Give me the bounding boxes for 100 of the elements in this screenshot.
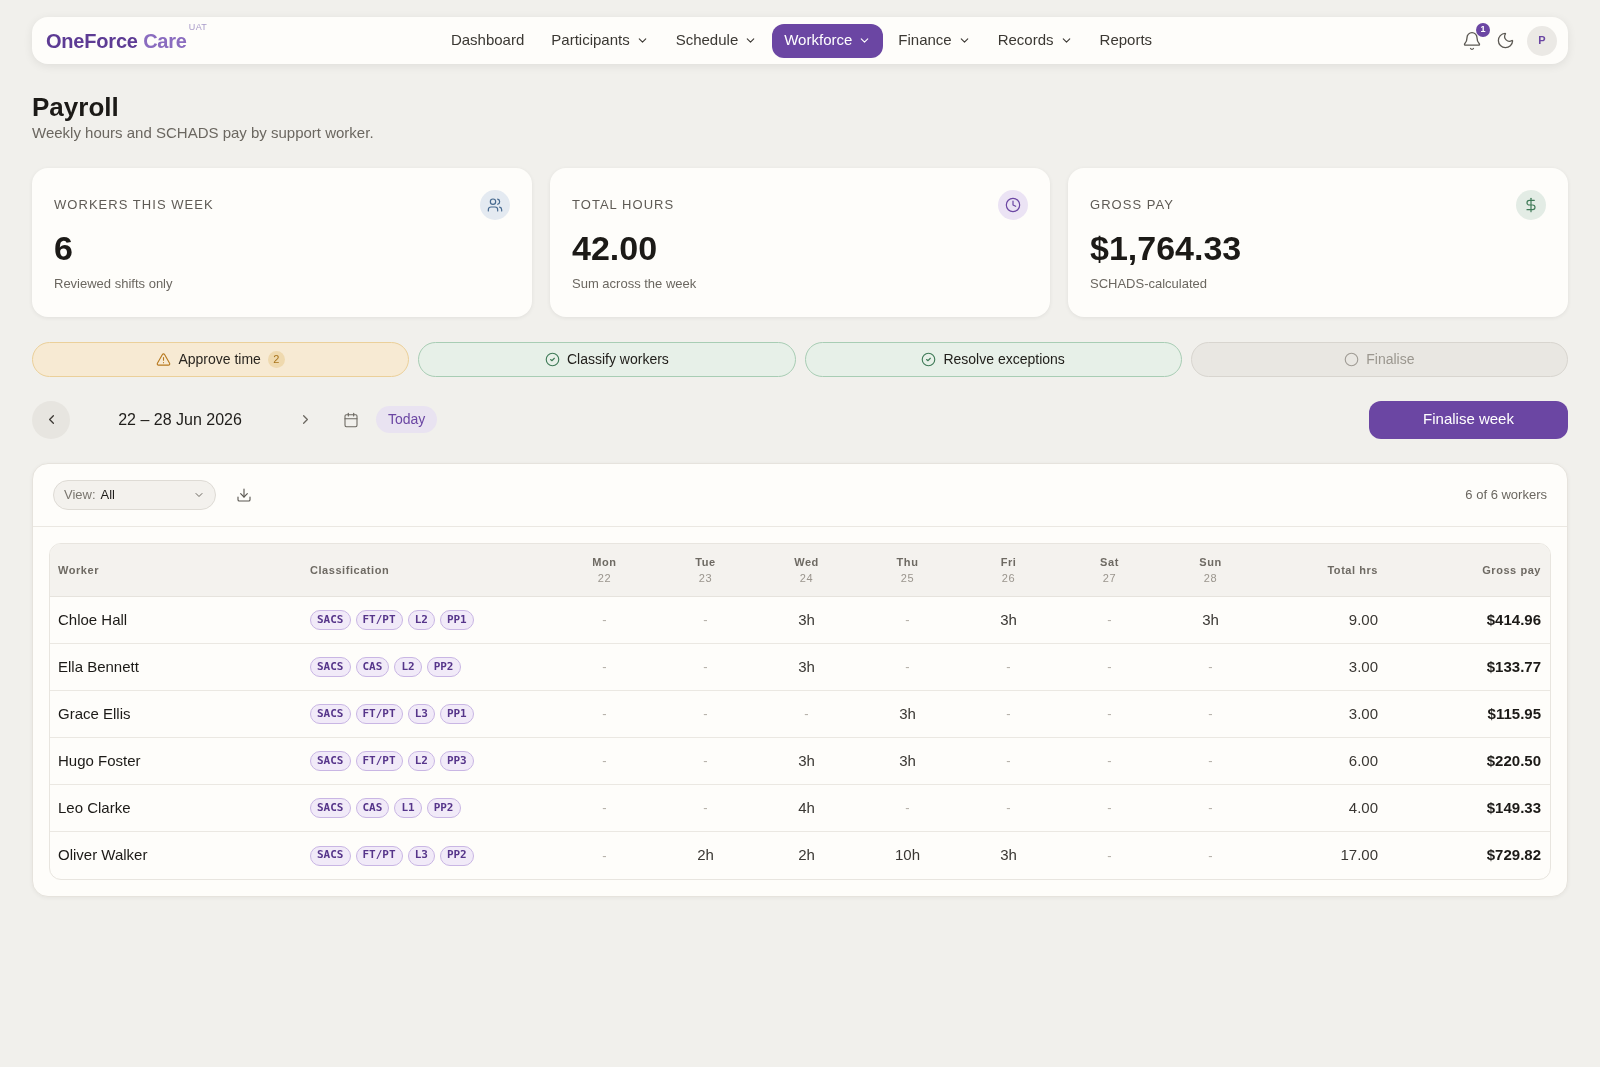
hours-cell-text: - [602,752,607,771]
classification-tag: L2 [407,610,435,630]
classification-tag: PP2 [426,798,461,818]
hours-cell-text: 3h [798,609,815,630]
user-avatar[interactable]: P [1527,25,1557,56]
hours-cell-text: - [804,705,809,724]
hours-cell-text: - [1208,658,1213,677]
nav-link[interactable]: Dashboard [438,23,537,58]
hours-cell-text: - [1006,705,1011,724]
worker-count: 6 of 6 workers [1465,486,1547,505]
hours-cell-text: 3h [1202,609,1219,630]
gross-pay-cell-text: $729.82 [1486,845,1541,866]
hours-cell-text: - [1107,611,1112,630]
hours-cell-text: 2h [798,845,815,866]
classification-tag: FT/PT [355,610,403,630]
hours-cell-text: - [703,658,708,677]
worker-name: Hugo Foster [58,750,141,771]
total-hours-cell-text: 6.00 [1348,750,1378,771]
classification-tag: PP2 [439,845,474,866]
nav-link[interactable]: Records [985,23,1085,58]
workflow-step[interactable]: Classify workers [418,342,796,377]
classification-tag: SACS [310,704,351,724]
nav-link[interactable]: Finance [886,23,983,58]
nav-link[interactable]: Participants [539,23,661,58]
nav-link[interactable]: Reports [1087,23,1165,58]
classification-tag: CAS [355,798,390,818]
hours-cell-text: - [602,705,607,724]
dollar-icon [1516,190,1546,220]
finalise-week-button[interactable]: Finalise week [1369,400,1568,439]
hours-cell-text: 3h [1000,845,1017,866]
hours-cell-text: - [1107,799,1112,818]
classification-tag: L1 [394,798,422,818]
hours-cell-text: - [602,799,607,818]
week-range: 22 – 28 Jun 2026 [118,409,242,430]
workflow-step[interactable]: Resolve exceptions [804,342,1182,377]
gross-pay-cell-text: $115.95 [1487,703,1541,724]
stat-value: $1,764.33 [1090,228,1242,268]
classification-tag: SACS [310,657,351,677]
hours-cell-text: - [1208,846,1213,865]
hours-cell-text: 3h [1000,609,1017,630]
nav-link[interactable]: Schedule [663,23,770,58]
column-header: Gross pay [1482,562,1541,578]
hours-cell-text: 10h [895,845,920,866]
view-select[interactable]: View: All [53,480,216,510]
classification-tag: SACS [310,751,351,771]
total-hours-cell-text: 3.00 [1348,703,1378,724]
hours-cell-text: - [1208,799,1213,818]
total-hours-cell-text: 3.00 [1348,656,1378,677]
nav-link[interactable]: Workforce [772,23,884,58]
classification-tag: SACS [310,845,351,866]
warning-icon [156,352,172,367]
people-icon [480,190,510,220]
column-header: Sun 28 [1199,555,1222,586]
hours-cell-text: - [703,705,708,724]
total-hours-cell-text: 9.00 [1348,609,1378,630]
bell-icon[interactable] [1462,30,1482,51]
gross-pay-cell-text: $133.77 [1486,656,1541,677]
logo-text[interactable]: OneForce Care [46,28,187,53]
hours-cell-text: 2h [697,845,714,866]
classification-tag: PP1 [439,610,474,630]
classification-tag: FT/PT [355,751,403,771]
worker-name: Ella Bennett [58,656,139,677]
stat-note: Reviewed shifts only [54,275,173,293]
total-hours-cell-text: 17.00 [1340,845,1378,866]
workflow-step[interactable]: Approve time 2 [32,342,410,377]
stat-note: Sum across the week [572,275,697,293]
calendar-icon[interactable] [343,411,359,428]
classification-tag: FT/PT [355,704,403,724]
classification-tag: PP2 [426,657,461,677]
stat-label: WORKERS THIS WEEK [54,196,214,215]
classification-tag: SACS [310,610,351,630]
classification-tag: L2 [394,657,422,677]
check-circle-icon [921,352,937,367]
step-count: 2 [267,351,285,368]
today-button[interactable]: Today [376,406,438,433]
hours-cell-text: - [1107,846,1112,865]
classification-tag: L2 [407,751,435,771]
hours-cell-text: - [602,611,607,630]
hours-cell-text: - [905,799,910,818]
column-header: Fri 26 [1000,555,1017,586]
classification-tag: SACS [310,798,351,818]
stat-note: SCHADS-calculated [1090,275,1208,293]
gross-pay-cell-text: $220.50 [1486,750,1541,771]
column-header: Sat 27 [1100,555,1119,586]
hours-cell-text: - [1107,752,1112,771]
total-hours-cell-text: 4.00 [1348,797,1378,818]
hours-cell-text: - [1107,705,1112,724]
hours-cell-text: - [602,658,607,677]
hours-cell-text: - [905,611,910,630]
moon-icon[interactable] [1496,31,1515,50]
page-subtitle: Weekly hours and SCHADS pay by support worker. [32,123,374,143]
column-header: Total hrs [1327,562,1378,578]
hours-cell-text: - [1107,658,1112,677]
hours-cell-text: - [905,658,910,677]
hours-cell-text: 4h [798,797,815,818]
worker-name: Leo Clarke [58,797,131,818]
classification-tag: PP1 [439,704,474,724]
worker-name: Chloe Hall [58,609,128,630]
stat-value: 6 [54,228,73,268]
download-icon[interactable] [236,487,252,503]
